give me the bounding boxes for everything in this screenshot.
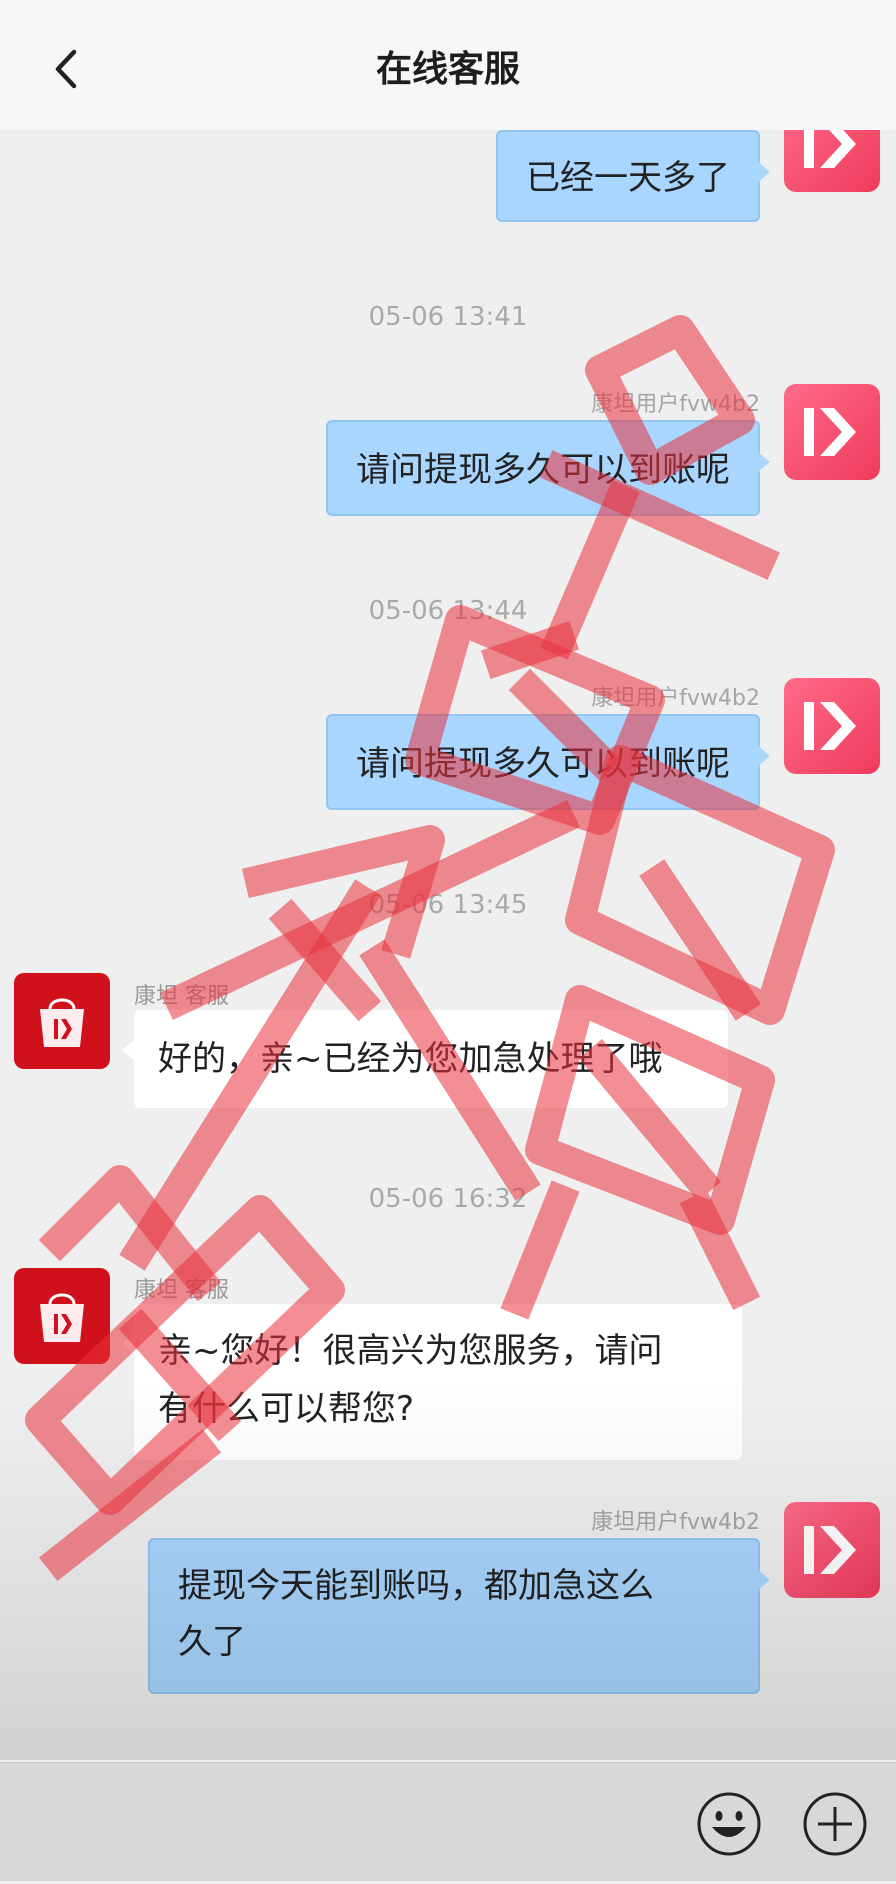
sender-name: 康坦 客服 — [134, 984, 229, 1009]
user-avatar[interactable] — [784, 130, 880, 192]
service-avatar[interactable] — [14, 1268, 110, 1364]
user-avatar[interactable] — [784, 384, 880, 480]
sender-name: 康坦用户fvw4b2 — [591, 1510, 760, 1535]
shopping-bag-icon — [40, 998, 84, 1047]
service-avatar[interactable] — [14, 973, 110, 1069]
message-text: 请问提现多久可以到账呢 — [356, 450, 730, 490]
my-message-bubble[interactable]: 请问提现多久可以到账呢 — [326, 420, 770, 516]
timestamp: 05-06 13:45 — [368, 890, 528, 920]
my-message-bubble[interactable]: 提现今天能到账吗，都加急这么 久了 — [148, 1538, 770, 1694]
message-text: 已经一天多了 — [526, 158, 730, 198]
message-text-line: 提现今天能到账吗，都加急这么 — [178, 1566, 654, 1606]
user-avatar[interactable] — [784, 678, 880, 774]
k-logo-icon — [804, 1526, 856, 1574]
message-text-line: 亲~您好！很高兴为您服务，请问 — [158, 1331, 663, 1371]
shopping-bag-icon — [40, 1293, 84, 1342]
k-logo-icon — [804, 130, 856, 168]
message-text: 好的，亲~已经为您加急处理了哦 — [158, 1039, 663, 1079]
k-logo-icon — [804, 408, 856, 456]
timestamp: 05-06 13:44 — [368, 596, 528, 626]
top-bar: 在线客服 — [0, 0, 896, 130]
user-avatar[interactable] — [784, 1502, 880, 1598]
message-text: 请问提现多久可以到账呢 — [356, 744, 730, 784]
emoji-button[interactable] — [696, 1791, 762, 1861]
my-message-bubble[interactable]: 请问提现多久可以到账呢 — [326, 714, 770, 810]
chat-message-list[interactable]: 已经一天多了 05-06 13:41 康坦用户fvw4b2 请问提现多久可以到账… — [0, 130, 896, 1762]
k-logo-icon — [804, 702, 856, 750]
sender-name: 康坦用户fvw4b2 — [591, 392, 760, 417]
message-text-line: 久了 — [178, 1622, 246, 1662]
more-options-button[interactable] — [802, 1791, 868, 1861]
service-message-bubble[interactable]: 亲~您好！很高兴为您服务，请问 有什么可以帮您? — [122, 1304, 742, 1460]
plus-circle-icon — [803, 1792, 867, 1856]
sender-name: 康坦 客服 — [134, 1278, 229, 1303]
my-message-bubble[interactable]: 已经一天多了 — [496, 130, 770, 222]
smiley-icon — [697, 1792, 761, 1856]
sender-name: 康坦用户fvw4b2 — [591, 686, 760, 711]
timestamp: 05-06 13:41 — [368, 302, 528, 332]
timestamp: 05-06 16:32 — [368, 1184, 528, 1214]
service-message-bubble[interactable]: 好的，亲~已经为您加急处理了哦 — [122, 1010, 728, 1108]
message-text-line: 有什么可以帮您? — [158, 1389, 415, 1429]
page-title: 在线客服 — [375, 49, 520, 90]
input-toolbar — [0, 1762, 896, 1881]
